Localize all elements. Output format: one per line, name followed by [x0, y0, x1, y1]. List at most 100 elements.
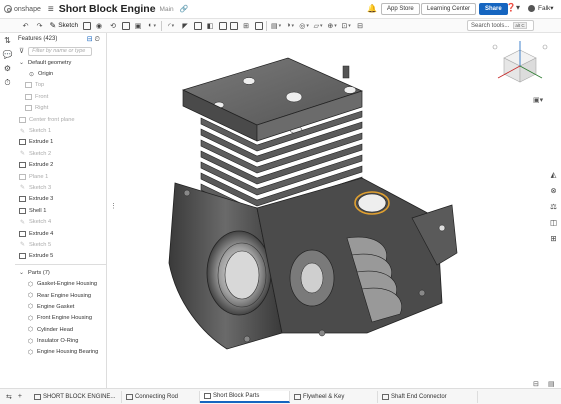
feature-item[interactable]: Shell 1: [15, 205, 106, 216]
revolve-icon[interactable]: ◉: [94, 21, 105, 30]
divider: [15, 264, 106, 266]
feature-item[interactable]: ✎ Sketch 3: [15, 182, 106, 193]
part-label: Engine Housing Bearing: [37, 349, 99, 356]
feature-item[interactable]: Extrude 1: [15, 137, 106, 148]
part-item[interactable]: ⬡ Front Engine Housing: [15, 313, 106, 324]
feature-panel-options-icon[interactable]: ⊟ ⏲: [87, 35, 100, 44]
hole-icon[interactable]: [229, 21, 238, 30]
feature-item[interactable]: ✎ Sketch 5: [15, 239, 106, 250]
link-icon[interactable]: 🔗: [180, 5, 189, 13]
part-item[interactable]: ⬡ Engine Housing Bearing: [15, 347, 106, 358]
tab-type-icon: [381, 393, 389, 400]
tab-4[interactable]: Flywheel & Key: [290, 390, 378, 403]
part-item[interactable]: ⬡ Engine Gasket: [15, 301, 106, 312]
feature-item[interactable]: Extrude 2: [15, 160, 106, 171]
search-placeholder: Search tools...: [471, 22, 510, 29]
feature-item[interactable]: Center front plane: [15, 114, 106, 125]
user-menu[interactable]: Falk ▾: [528, 4, 554, 12]
comments-icon[interactable]: 💬: [3, 50, 13, 59]
view-cube[interactable]: [490, 38, 550, 98]
filter-input[interactable]: Filter by name or type: [28, 46, 93, 56]
feature-item[interactable]: Extrude 4: [15, 228, 106, 239]
feature-item[interactable]: ✎ Sketch 4: [15, 216, 106, 227]
tab-5[interactable]: Shaft End Connector: [378, 390, 478, 403]
help-icon[interactable]: ❓▾: [506, 3, 520, 12]
mass-properties-icon[interactable]: ⚖: [550, 202, 557, 211]
mate-connector-icon[interactable]: ⊕: [327, 21, 338, 30]
feature-item[interactable]: Top: [15, 80, 106, 91]
learning-center-button[interactable]: Learning Center: [421, 3, 477, 15]
configurations-icon[interactable]: ⚙: [4, 64, 11, 73]
feature-item[interactable]: Extrude 5: [15, 251, 106, 262]
part-icon: ⬡: [27, 304, 34, 311]
thicken-icon[interactable]: ▣: [133, 21, 144, 30]
document-title[interactable]: Short Block Engine: [59, 3, 156, 15]
circular-pattern-icon[interactable]: [254, 21, 263, 30]
part-icon: ⬡: [27, 349, 34, 356]
part-item[interactable]: ⬡ Cylinder Head: [15, 324, 106, 335]
sketch-button[interactable]: ✎ Sketch: [50, 21, 79, 30]
crank-bore-inner: [224, 250, 260, 300]
feature-item[interactable]: ⊙ Origin: [15, 68, 106, 79]
feature-item[interactable]: Extrude 3: [15, 194, 106, 205]
section-view-icon[interactable]: ◫: [550, 218, 557, 227]
add-tab-icon[interactable]: +: [18, 393, 22, 400]
rib-icon[interactable]: ◧: [205, 21, 216, 30]
shell-icon[interactable]: [218, 21, 227, 30]
workspace-label[interactable]: Main: [160, 6, 174, 13]
feature-icon: [19, 207, 26, 214]
extrude-icon[interactable]: [82, 21, 91, 30]
tab-2[interactable]: Connecting Rod: [122, 390, 200, 403]
onshape-logo[interactable]: onshape: [4, 5, 41, 13]
sweep-icon[interactable]: ⟲: [108, 21, 119, 30]
filter-icon[interactable]: ⊽: [19, 47, 24, 55]
feature-label: Center front plane: [29, 116, 75, 123]
tab-manager-icon[interactable]: ⇆: [6, 393, 12, 401]
feature-item[interactable]: Plane 1: [15, 171, 106, 182]
notification-bell-icon[interactable]: 🔔: [367, 4, 377, 13]
feature-item[interactable]: ✎ Sketch 1: [15, 125, 106, 136]
draft-icon[interactable]: [193, 21, 202, 30]
part-item[interactable]: ⬡ Gasket-Engine Housing: [15, 278, 106, 289]
feature-item[interactable]: Front: [15, 91, 106, 102]
tab-label: Shaft End Connector: [390, 393, 447, 400]
panel-resize-handle-icon[interactable]: ⋮: [110, 202, 117, 210]
transform-icon[interactable]: ◎: [299, 21, 310, 30]
variable-icon[interactable]: ⊡: [341, 21, 352, 30]
tab-1[interactable]: SHORT BLOCK ENGINE...: [30, 390, 122, 403]
appearance-icon[interactable]: ◭: [551, 170, 557, 179]
enclose-icon[interactable]: ◐: [147, 21, 158, 30]
measure-icon[interactable]: ⊗: [550, 186, 556, 195]
split-icon[interactable]: ◑: [285, 21, 296, 30]
feature-item[interactable]: ⌄ Default geometry: [15, 57, 106, 68]
zoom-fit-icon[interactable]: ⊟: [533, 380, 539, 388]
bom-icon[interactable]: ⊞: [550, 234, 556, 243]
view-menu-icon[interactable]: ▤: [548, 380, 555, 388]
part-icon: ⬡: [27, 293, 34, 299]
app-store-button[interactable]: App Store: [381, 3, 420, 15]
feature-item[interactable]: Right: [15, 103, 106, 114]
boolean-icon[interactable]: ▤: [271, 21, 282, 30]
custom-feature-icon[interactable]: ⊟: [355, 21, 366, 30]
redo-icon[interactable]: ↷: [34, 21, 45, 30]
part-item[interactable]: ⬡ Insulator O-Ring: [15, 335, 106, 346]
features-icon[interactable]: ⇅: [4, 36, 11, 45]
chevron-down-icon: ⌄: [18, 60, 25, 67]
plane-icon[interactable]: ▱: [313, 21, 324, 30]
view-options-icon[interactable]: ▣▾: [533, 96, 543, 104]
feature-item[interactable]: ✎ Sketch 2: [15, 148, 106, 159]
linear-pattern-icon[interactable]: ⊞: [241, 21, 252, 30]
tab-3[interactable]: Short Block Parts: [199, 390, 290, 403]
history-icon[interactable]: ⏱: [4, 78, 10, 88]
menu-icon[interactable]: ≡: [48, 4, 54, 15]
loft-icon[interactable]: [121, 21, 130, 30]
parts-header[interactable]: ⌄ Parts (7): [15, 267, 106, 278]
undo-icon[interactable]: ↶: [20, 21, 31, 30]
feature-icon: [19, 196, 26, 203]
fillet-icon[interactable]: ◜: [166, 21, 177, 30]
search-tools-input[interactable]: Search tools... alt C: [467, 20, 534, 31]
part-item[interactable]: ⬡ Rear Engine Housing: [15, 290, 106, 301]
share-button[interactable]: Share: [479, 3, 508, 15]
chamfer-icon[interactable]: ◤: [180, 21, 191, 30]
main-bearing-inner: [300, 262, 324, 294]
